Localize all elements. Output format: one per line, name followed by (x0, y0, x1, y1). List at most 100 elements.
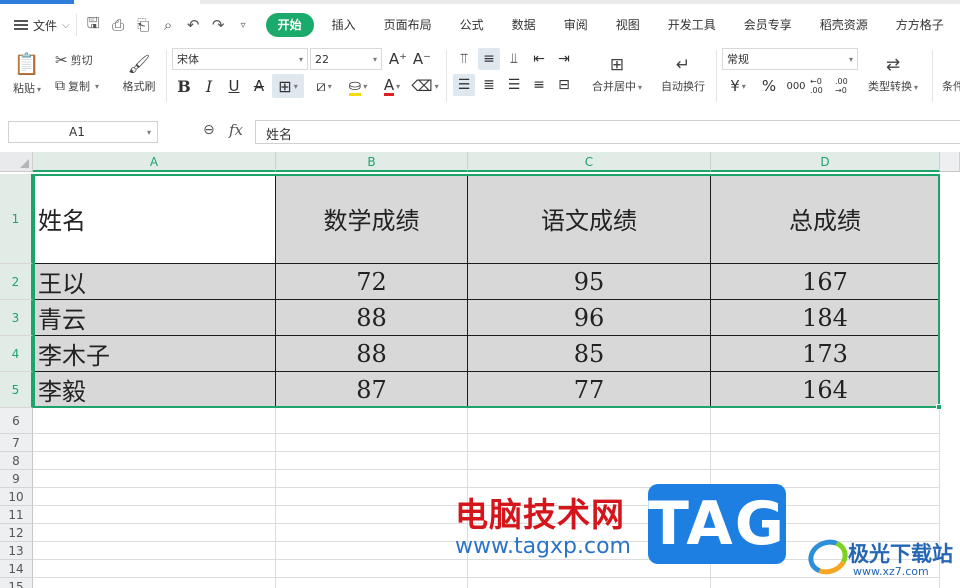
cell-c5[interactable]: 77 (468, 372, 711, 408)
align-top-icon[interactable]: ⫪ (453, 48, 475, 70)
strikethrough-button[interactable]: A (249, 74, 269, 98)
cell-b5[interactable]: 87 (276, 372, 468, 408)
increase-decimal-button[interactable]: ←0 .00 (810, 74, 832, 98)
tab-data[interactable]: 数据 (498, 13, 550, 37)
font-grow-icon[interactable]: A⁺ (388, 48, 408, 70)
row-header-13[interactable]: 13 (0, 542, 33, 560)
cell-c4[interactable]: 85 (468, 336, 711, 372)
empty-cell[interactable] (33, 434, 276, 452)
row-header-7[interactable]: 7 (0, 434, 33, 452)
row-header-4[interactable]: 4 (0, 336, 33, 372)
empty-cell[interactable] (276, 434, 468, 452)
wrap-text-button[interactable]: ↵ 自动换行 (654, 48, 712, 100)
cell-b4[interactable]: 88 (276, 336, 468, 372)
format-painter-button[interactable]: 🖌 格式刷 (118, 48, 160, 100)
row-header-9[interactable]: 9 (0, 470, 33, 488)
column-header-c[interactable]: C (468, 152, 711, 172)
zoom-icon[interactable]: ⊖ (203, 122, 215, 138)
copy-button[interactable]: ⧉ 复制 ▾ (55, 76, 99, 96)
cell-c1[interactable]: 语文成绩 (468, 174, 711, 264)
empty-cell[interactable] (33, 488, 276, 506)
cell-b3[interactable]: 88 (276, 300, 468, 336)
save-icon[interactable]: 🖫 (85, 13, 102, 38)
tab-review[interactable]: 审阅 (550, 13, 602, 37)
column-header-e[interactable] (940, 152, 960, 172)
empty-cell[interactable] (33, 542, 276, 560)
empty-cell[interactable] (711, 408, 940, 434)
conditional-format-button[interactable]: 条件 (942, 78, 960, 94)
percent-button[interactable]: % (759, 74, 779, 98)
empty-cell[interactable] (468, 452, 711, 470)
empty-cell[interactable] (33, 452, 276, 470)
empty-cell[interactable] (468, 408, 711, 434)
row-header-2[interactable]: 2 (0, 264, 33, 300)
column-header-b[interactable]: B (276, 152, 468, 172)
fill-color-button[interactable]: ⛀ ▾ (342, 74, 374, 98)
bold-button[interactable]: B (174, 74, 194, 98)
decrease-decimal-button[interactable]: .00 →0 (835, 74, 857, 98)
align-left-icon[interactable]: ☰ (453, 74, 475, 96)
row-header-14[interactable]: 14 (0, 560, 33, 578)
cell-d3[interactable]: 184 (711, 300, 940, 336)
empty-cell[interactable] (276, 524, 468, 542)
empty-cell[interactable] (276, 470, 468, 488)
row-header-1[interactable]: 1 (0, 174, 33, 264)
fx-icon[interactable]: fx (229, 121, 243, 139)
cell-a2[interactable]: 王以 (33, 264, 276, 300)
cell-b1[interactable]: 数学成绩 (276, 174, 468, 264)
indent-decrease-icon[interactable]: ⇤ (528, 48, 550, 70)
cell-d2[interactable]: 167 (711, 264, 940, 300)
cell-c3[interactable]: 96 (468, 300, 711, 336)
row-header-6[interactable]: 6 (0, 408, 33, 434)
column-header-a[interactable]: A (33, 152, 276, 172)
redo-icon[interactable]: ↷ (210, 16, 227, 34)
select-all-corner[interactable] (0, 152, 33, 172)
type-convert-button[interactable]: ⇄ 类型转换 ▾ (864, 48, 922, 100)
empty-cell[interactable] (711, 452, 940, 470)
clear-format-button[interactable]: ⌫ ▾ (410, 74, 440, 98)
row-header-8[interactable]: 8 (0, 452, 33, 470)
row-header-12[interactable]: 12 (0, 524, 33, 542)
empty-cell[interactable] (33, 524, 276, 542)
align-middle-icon[interactable]: ≡ (478, 48, 500, 70)
tab-insert[interactable]: 插入 (318, 13, 370, 37)
print-preview-icon[interactable]: ⌕ (160, 16, 177, 34)
row-header-5[interactable]: 5 (0, 372, 33, 408)
empty-cell[interactable] (276, 452, 468, 470)
font-color-button[interactable]: A ▾ (377, 74, 407, 98)
row-header-3[interactable]: 3 (0, 300, 33, 336)
number-format-select[interactable]: 常规 ▾ (722, 48, 858, 70)
empty-cell[interactable] (276, 578, 468, 588)
qat-more-icon[interactable]: ▿ (235, 20, 252, 31)
cell-a5[interactable]: 李毅 (33, 372, 276, 408)
empty-cell[interactable] (33, 470, 276, 488)
empty-cell[interactable] (33, 506, 276, 524)
font-size-select[interactable]: 22 ▾ (310, 48, 382, 70)
tab-ffcell[interactable]: 方方格子 (882, 13, 958, 37)
cell-d1[interactable]: 总成绩 (711, 174, 940, 264)
paste-button[interactable]: 📋 粘贴 ▾ (10, 48, 44, 100)
row-header-10[interactable]: 10 (0, 488, 33, 506)
borders-button[interactable]: ⊞ ▾ (272, 74, 304, 98)
tab-developer[interactable]: 开发工具 (654, 13, 730, 37)
cut-button[interactable]: ✂ 剪切 (55, 50, 93, 70)
cell-d5[interactable]: 164 (711, 372, 940, 408)
empty-cell[interactable] (468, 434, 711, 452)
export-pdf-icon[interactable]: ⎙ (110, 16, 127, 34)
thousands-button[interactable]: 000 (784, 74, 808, 98)
cell-a1[interactable]: 姓名 (33, 174, 276, 264)
name-box[interactable]: A1 ▾ (8, 121, 158, 143)
cell-style-button[interactable]: ⧄ ▾ (308, 74, 340, 98)
column-header-d[interactable]: D (711, 152, 940, 172)
indent-increase-icon[interactable]: ⇥ (553, 48, 575, 70)
empty-cell[interactable] (276, 488, 468, 506)
align-center-icon[interactable]: ≣ (478, 74, 500, 96)
merge-center-button[interactable]: ⊞ 合并居中 ▾ (586, 48, 648, 100)
row-header-11[interactable]: 11 (0, 506, 33, 524)
undo-icon[interactable]: ↶ (185, 16, 202, 34)
italic-button[interactable]: I (199, 74, 219, 98)
cell-c2[interactable]: 95 (468, 264, 711, 300)
cell-a4[interactable]: 李木子 (33, 336, 276, 372)
empty-cell[interactable] (711, 434, 940, 452)
cell-a3[interactable]: 青云 (33, 300, 276, 336)
